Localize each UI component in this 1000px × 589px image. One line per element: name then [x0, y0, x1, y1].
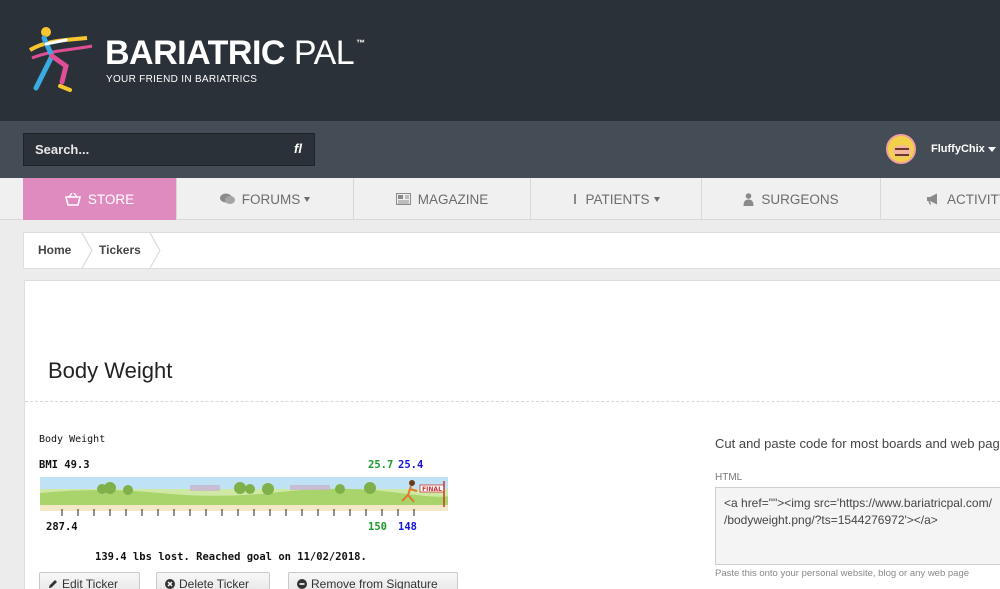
- finish-flag-label: FINAL: [422, 486, 442, 493]
- embed-code-line: <a href=""><img src='https://www.bariatr…: [724, 496, 992, 510]
- chevron-down-icon: [987, 146, 996, 152]
- basket-icon: [64, 192, 81, 206]
- nav-label: STORE: [87, 191, 135, 207]
- comments-icon: [219, 193, 235, 204]
- brand-name: BARIATRIC PAL ™: [105, 34, 365, 72]
- nav-item-surgeons[interactable]: SURGEONS: [702, 178, 881, 220]
- ticker-summary: 139.4 lbs lost. Reached goal on 11/02/20…: [95, 551, 367, 563]
- weight-ticker-image: FINAL: [40, 477, 448, 511]
- nav-label: MAGAZINE: [417, 191, 489, 207]
- search-icon[interactable]: fl: [290, 141, 306, 157]
- html-label: HTML: [715, 472, 743, 483]
- search-input[interactable]: [24, 134, 284, 165]
- delete-ticker-button[interactable]: Delete Ticker: [156, 572, 270, 589]
- page-title: Body Weight: [48, 358, 173, 383]
- section-divider: [25, 401, 1000, 402]
- bullhorn-icon: [927, 193, 937, 205]
- nav-label: SURGEONS: [761, 191, 839, 207]
- person-icon: [574, 194, 577, 204]
- username[interactable]: FluffyChix: [931, 143, 996, 155]
- nav-item-magazine[interactable]: MAGAZINE: [354, 178, 531, 220]
- nav-item-store[interactable]: STORE: [23, 178, 177, 220]
- user-menu[interactable]: FluffyChix: [886, 133, 996, 165]
- edit-ticker-button[interactable]: Edit Ticker: [39, 572, 140, 589]
- breadcrumb-separator: [81, 233, 93, 268]
- nav-label: FORUMS: [241, 191, 301, 207]
- minus-circle-icon: [297, 579, 307, 589]
- nav-label: PATIENTS: [585, 191, 650, 207]
- pencil-icon: [49, 580, 57, 588]
- main-nav: STORE FORUMS MAGAZINE PATIENTS SURGEONS …: [0, 178, 1000, 220]
- nav-label: ACTIVITY: [947, 191, 1000, 207]
- nav-item-activity[interactable]: ACTIVITY: [881, 178, 1000, 220]
- embed-code-line: /bodyweight.png/?ts=1544276972'></a>: [724, 513, 938, 527]
- breadcrumb-home[interactable]: Home: [38, 233, 71, 268]
- code-panel-heading: Cut and paste code for most boards and w…: [715, 436, 1000, 451]
- remove-from-signature-button[interactable]: Remove from Signature: [288, 572, 458, 589]
- ticker-bmi: BMI 49.3: [39, 459, 90, 471]
- ticker-title: Body Weight: [39, 434, 106, 445]
- chevron-down-icon: [304, 196, 311, 202]
- embed-code-textarea[interactable]: <a href=""><img src='https://www.bariatr…: [715, 487, 1000, 565]
- ticker-goal-bmi-2: 25.4: [398, 459, 424, 471]
- site-logo[interactable]: BARIATRIC PAL ™ YOUR FRIEND IN BARIATRICS: [22, 20, 365, 100]
- doctor-icon: [743, 192, 754, 206]
- ticker-start-weight: 287.4: [46, 521, 78, 533]
- site-header: BARIATRIC PAL ™ YOUR FRIEND IN BARIATRICS: [0, 0, 1000, 121]
- close-circle-icon: [165, 579, 175, 589]
- nav-item-patients[interactable]: PATIENTS: [531, 178, 702, 220]
- nav-item-forums[interactable]: FORUMS: [177, 178, 354, 220]
- brand-tagline: YOUR FRIEND IN BARIATRICS: [106, 74, 258, 85]
- chevron-down-icon: [653, 196, 660, 202]
- code-panel-hint: Paste this onto your personal website, b…: [715, 568, 970, 579]
- breadcrumb-tickers[interactable]: Tickers: [99, 233, 141, 268]
- content-panel: Body Weight Body Weight BMI 49.3 25.7 25…: [24, 280, 1000, 589]
- search-bar-band: fl FluffyChix: [0, 121, 1000, 178]
- newspaper-icon: [395, 193, 411, 205]
- ticker-goal-weight-1: 150: [368, 521, 387, 533]
- search-box: fl: [23, 133, 315, 166]
- ticker-goal-weight-2: 148: [398, 521, 417, 533]
- ticker-scale: [61, 509, 415, 516]
- avatar[interactable]: [886, 134, 916, 164]
- breadcrumb-separator: [149, 233, 161, 268]
- runner-logo-icon: [28, 27, 93, 92]
- breadcrumb: Home Tickers: [23, 232, 1000, 269]
- ticker-goal-bmi-1: 25.7: [368, 459, 394, 471]
